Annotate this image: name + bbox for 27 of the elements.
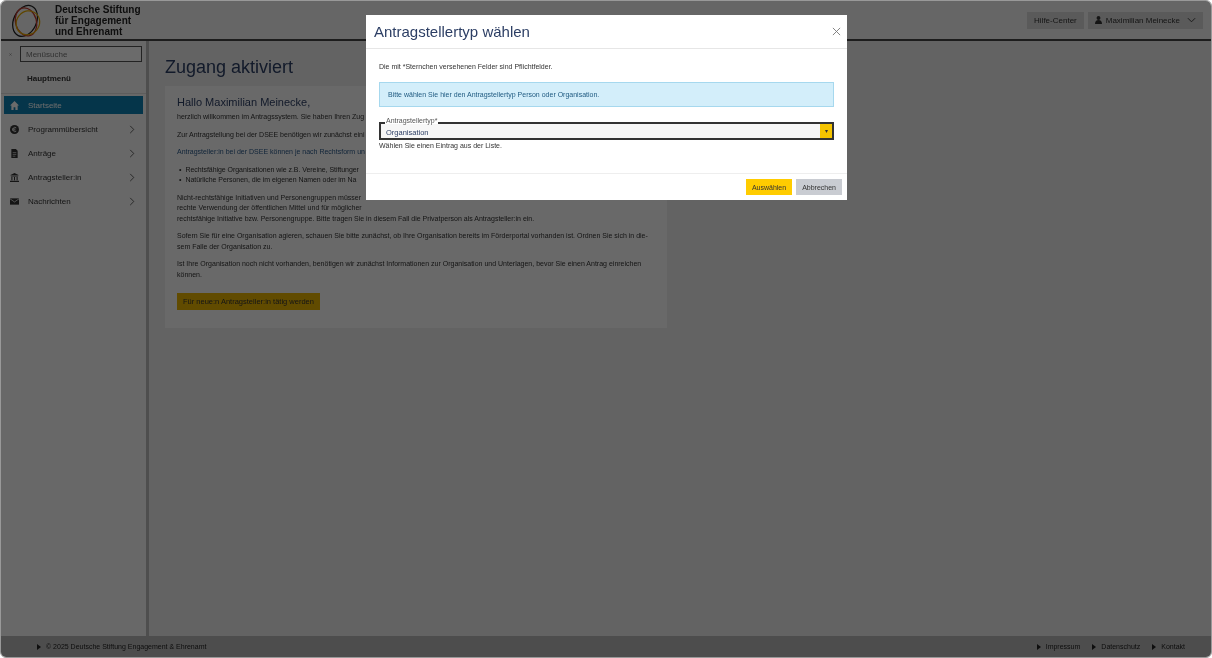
menu-search-field[interactable]: Menüsuche <box>20 46 142 62</box>
menu-item[interactable]: Programmübersicht <box>4 120 143 138</box>
triangle-right-icon <box>1152 643 1157 650</box>
help-center-button[interactable]: Hilfe-Center <box>1027 11 1084 29</box>
logo-text-line: Deutsche Stiftung <box>55 3 141 15</box>
dialog-title: Antragstellertyp wählen <box>374 23 530 40</box>
bank-icon <box>10 172 19 182</box>
menu-item[interactable]: Nachrichten <box>4 192 143 210</box>
envelope-icon <box>10 196 19 206</box>
euro-coin-icon <box>10 124 19 134</box>
triangle-right-icon <box>37 643 41 650</box>
logo-text-line: und Ehrenamt <box>55 25 123 37</box>
chevron-down-icon <box>1187 17 1196 23</box>
menu-heading: Hauptmenü <box>1 62 146 94</box>
greeting-heading: Hallo Maximilian Meinecke, <box>177 96 311 108</box>
menu-item[interactable]: Anträge <box>4 144 143 162</box>
caret-down-icon <box>824 129 828 133</box>
document-icon <box>10 148 19 158</box>
page-title: Zugang aktiviert <box>165 57 294 78</box>
logo-text-line: für Engagement <box>55 14 132 26</box>
close-icon[interactable] <box>832 27 841 36</box>
menu-item[interactable]: Startseite <box>4 96 143 114</box>
home-icon <box>10 100 19 110</box>
triangle-right-icon <box>1036 643 1041 650</box>
user-icon <box>1094 16 1102 24</box>
triangle-right-icon <box>1092 643 1097 650</box>
menu-item[interactable]: Antragsteller:in <box>4 168 143 186</box>
